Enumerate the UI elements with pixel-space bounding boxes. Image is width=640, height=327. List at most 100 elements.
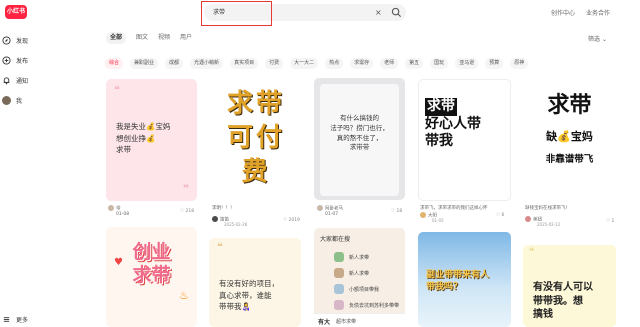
sidebar-item-label: 发现: [16, 37, 29, 45]
like-count[interactable]: ♡ 2019: [283, 218, 300, 223]
sidebar-item-discover[interactable]: 发现: [2, 34, 28, 46]
chip[interactable]: 预算: [485, 58, 504, 69]
card-cover-text: 我是失业💰宝妈 想创业挣💰 求带: [116, 122, 171, 155]
tab-users[interactable]: 用户: [180, 32, 192, 44]
note-card[interactable]: 创业 求带 ♥ ♨: [106, 227, 197, 327]
tab-image-text[interactable]: 图文: [136, 32, 148, 44]
chip[interactable]: 真实项目: [230, 58, 259, 69]
card-cover-text: 有没有好的项目， 真心求带，谁能 带带我👩‍🍼: [219, 279, 279, 312]
search-input[interactable]: [213, 4, 363, 21]
card-cover-text: 有什么搞钱的 法子吗？捞门也行， 真的熬不住了， 求带带: [330, 114, 389, 152]
result-tabs: 全部 图文 视频 用户: [106, 32, 202, 44]
note-card[interactable]: ❝ 有没有人可以 带带我。想 搞钱: [523, 245, 616, 327]
suggestion-item[interactable]: 负债去坑到苏利多带带: [334, 300, 399, 310]
filter-button[interactable]: 筛选 ⌄: [588, 34, 607, 43]
like-count[interactable]: ♡ 218: [180, 209, 194, 214]
quote-mark: ❝: [217, 242, 223, 253]
avatar: [420, 212, 426, 218]
bell-icon: [3, 76, 10, 84]
chip[interactable]: 成都: [165, 58, 184, 69]
card-date: 2025-02-26: [224, 222, 248, 227]
sidebar-item-label: 我: [16, 97, 23, 105]
sidebar-item-label: 发布: [16, 57, 29, 65]
card-author[interactable]: 带: [108, 205, 121, 212]
compass-icon: [2, 35, 11, 45]
sidebar-more-label: 更多: [16, 316, 29, 324]
note-card[interactable]: 求带 缺💰宝妈 非靠谱带飞: [523, 79, 616, 202]
chip[interactable]: 大一大二: [290, 58, 319, 69]
chip[interactable]: 老师: [380, 58, 399, 69]
suggestion-thumb: [334, 284, 344, 294]
like-count[interactable]: ♡ 6: [496, 213, 504, 218]
card-title[interactable]: 缺钱宝妈在线求带飞！: [525, 205, 615, 211]
suggestion-item[interactable]: 新人求带: [334, 268, 369, 278]
card-cover-text: 副业带带来有人 带我吗？: [426, 270, 490, 292]
suggestion-thumb: [334, 300, 344, 310]
card-date: 01-07: [325, 212, 339, 217]
business-link[interactable]: 业务合作: [586, 8, 610, 17]
avatar: [212, 216, 218, 222]
chip[interactable]: 兼职副业: [130, 58, 159, 69]
search-icon[interactable]: [391, 7, 402, 18]
chip[interactable]: 原神: [510, 58, 529, 69]
tab-video[interactable]: 视频: [158, 32, 170, 44]
chevron-down-icon: ⌄: [601, 36, 607, 43]
tab-all[interactable]: 全部: [106, 32, 127, 44]
sidebar: 发现 发布 通知 我 更多: [0, 28, 90, 327]
avatar: [2, 95, 11, 105]
note-card[interactable]: 副业带带来有人 带我吗？: [418, 232, 511, 327]
search-box[interactable]: ×: [204, 4, 406, 21]
card-author[interactable]: 阿卧老马: [317, 205, 343, 212]
note-card[interactable]: ❝ 我是失业💰宝妈 想创业挣💰 求带 ❞: [106, 79, 197, 201]
card-cover-text: 有没有人可以 带带我。想 搞钱: [533, 282, 593, 320]
card-cover-text: 求带 可付费: [226, 89, 285, 187]
sidebar-item-notifications[interactable]: 通知: [2, 74, 28, 86]
like-count[interactable]: ♡ 1: [606, 219, 614, 224]
heart-icon: ♥: [114, 257, 123, 268]
avatar: [525, 216, 531, 222]
keyword-chips: 综合 兼职副业 成都 光遇小萌新 真实项目 付费 大一大二 热点 求需存 老师 …: [105, 58, 535, 69]
chip[interactable]: 付费: [265, 58, 284, 69]
suggestion-item[interactable]: 新人求带: [334, 252, 369, 262]
card-date: 01-08: [116, 212, 130, 217]
sidebar-item-label: 通知: [16, 77, 29, 85]
suggestion-footer[interactable]: 有大 超市求带: [314, 313, 405, 327]
fire-icon: ♨: [179, 289, 189, 302]
chip[interactable]: 亚马逊: [455, 58, 479, 69]
note-card[interactable]: ❝ 有没有好的项目， 真心求带，谁能 带带我👩‍🍼: [209, 238, 301, 327]
card-date: 2025-02-12: [537, 222, 561, 227]
quote-mark: ❞: [183, 184, 189, 195]
clear-icon[interactable]: ×: [375, 4, 382, 21]
chip[interactable]: 热点: [325, 58, 344, 69]
avatar: [317, 205, 323, 211]
chip[interactable]: 求需存: [350, 58, 374, 69]
filter-label: 筛选: [588, 36, 601, 43]
card-cover-text: 非靠谱带飞: [545, 154, 594, 165]
card-date: 01-05: [432, 218, 444, 223]
plus-icon: [2, 55, 11, 65]
card-cover-title: 求带: [547, 93, 592, 118]
note-card[interactable]: 求带 好心人带 带我: [418, 79, 511, 201]
note-card[interactable]: 有什么搞钱的 法子吗？捞门也行， 真的熬不住了， 求带带: [314, 78, 405, 200]
menu-icon: [3, 316, 10, 322]
card-title[interactable]: 李明！！！: [212, 205, 235, 211]
logo[interactable]: 小红书: [5, 5, 27, 19]
chip[interactable]: 第五: [405, 58, 424, 69]
card-title[interactable]: 求带飞，求带求带的我们这样心怀: [420, 205, 510, 211]
sidebar-item-me[interactable]: 我: [2, 94, 22, 106]
chip[interactable]: 综合: [105, 58, 124, 69]
suggestions-title: 大家都在搜: [320, 236, 351, 243]
quote-mark: ❝: [529, 247, 535, 257]
chip[interactable]: 光遇小萌新: [190, 58, 224, 69]
like-count[interactable]: ♡ 18: [391, 209, 402, 214]
suggestion-thumb: [334, 252, 344, 262]
sidebar-item-publish[interactable]: 发布: [2, 54, 28, 66]
creator-center-link[interactable]: 创作中心: [551, 8, 575, 17]
sidebar-item-more[interactable]: 更多: [2, 313, 28, 325]
suggestion-thumb: [334, 268, 344, 278]
top-bar: 小红书 × 创作中心 业务合作: [0, 0, 640, 26]
suggestion-item[interactable]: 小额项目带我: [334, 284, 379, 294]
chip[interactable]: 国玩: [430, 58, 449, 69]
card-cover-text: 求带 好心人带 带我: [425, 98, 481, 149]
note-card[interactable]: 求带 可付费: [209, 78, 301, 202]
